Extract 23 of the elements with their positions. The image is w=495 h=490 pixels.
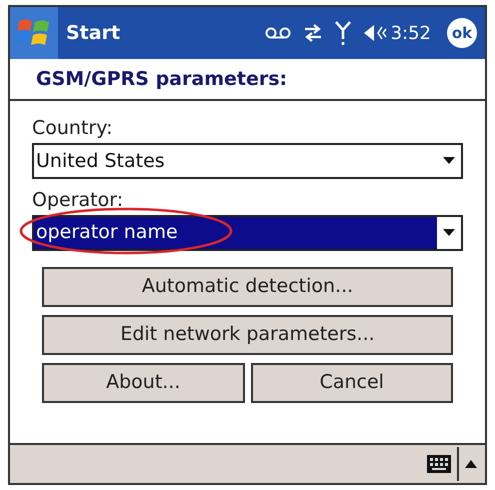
action-button[interactable]: Cancel	[250, 362, 453, 402]
dropdown-value: operator name	[34, 216, 437, 248]
field-label: Country:	[32, 117, 114, 141]
sync-arrows-icon	[302, 23, 323, 43]
start-button[interactable]	[10, 7, 58, 59]
dropdown[interactable]: United States	[32, 142, 463, 179]
keyboard-icon[interactable]	[427, 455, 451, 473]
ok-button[interactable]: ok	[447, 18, 477, 48]
action-button[interactable]: About...	[42, 362, 244, 402]
dropdown-arrow-icon	[443, 157, 455, 164]
page-heading: GSM/GPRS parameters:	[36, 66, 288, 92]
title-text: Start	[66, 20, 120, 46]
dropdown-value: United States	[35, 148, 166, 174]
action-button[interactable]: Automatic detection...	[42, 266, 453, 306]
dropdown[interactable]: operator name	[32, 214, 463, 250]
dropdown-arrow-icon	[443, 229, 455, 236]
signal-antenna-icon	[334, 20, 351, 46]
speaker-icon	[362, 23, 387, 43]
voicemail-icon	[264, 27, 291, 39]
field-label: Operator:	[32, 188, 124, 212]
clock-time: 3:52	[390, 22, 431, 46]
up-arrow-icon[interactable]	[465, 460, 477, 468]
action-button[interactable]: Edit network parameters...	[42, 314, 453, 354]
